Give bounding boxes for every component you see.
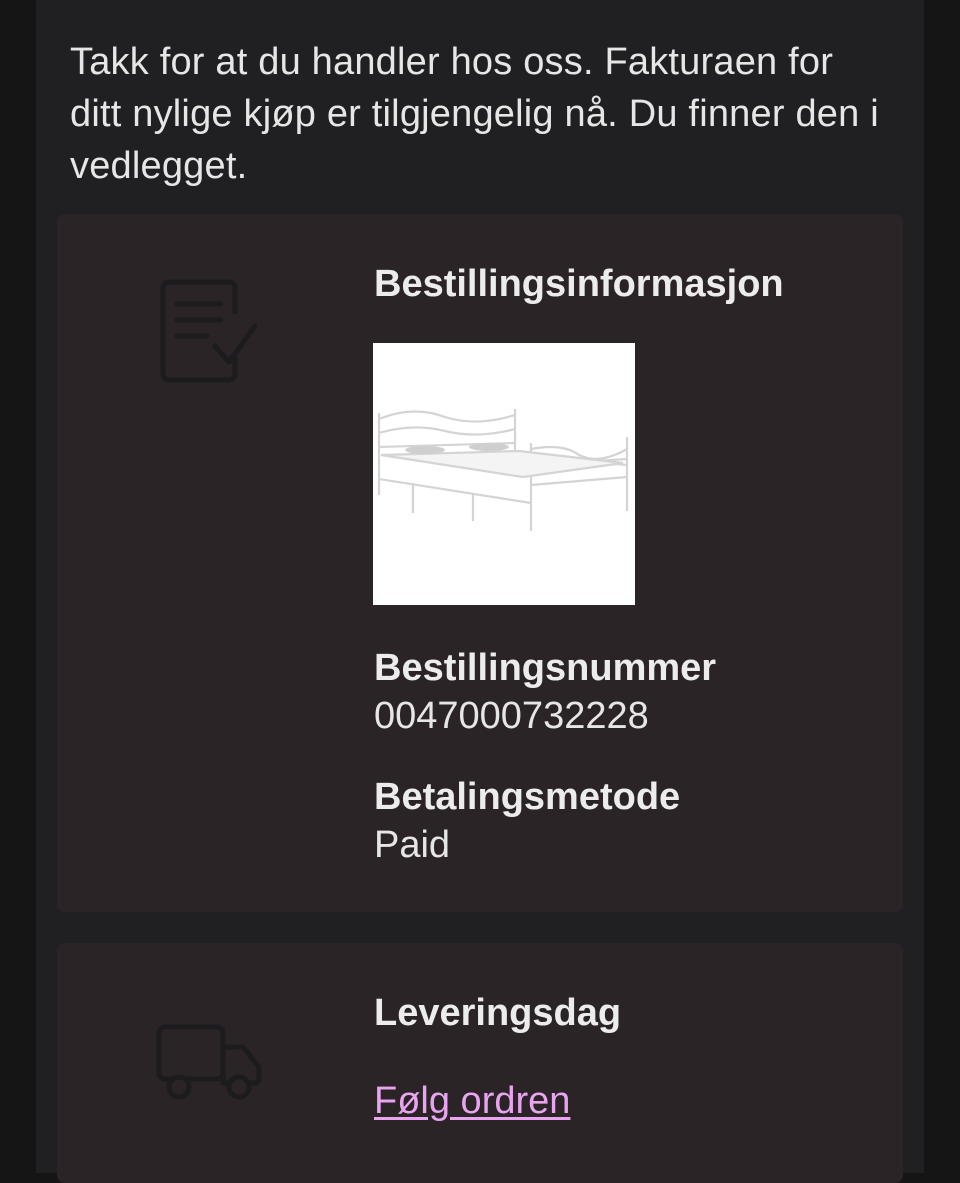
payment-method-label: Betalingsmetode	[374, 776, 681, 818]
bed-frame-image	[377, 409, 629, 531]
order-number-label: Bestillingsnummer	[374, 647, 717, 689]
order-info-heading: Bestillingsinformasjon	[374, 263, 784, 305]
track-order-link[interactable]: Følg ordren	[374, 1079, 570, 1123]
email-body: Takk for at du handler hos oss. Fakturae…	[36, 0, 924, 1183]
delivery-truck-icon	[156, 1024, 262, 1100]
delivery-day-heading: Leveringsdag	[374, 992, 622, 1034]
order-info-card: Bestillingsinformasjon Bestillingsnummer…	[57, 214, 903, 912]
order-number-value: 0047000732228	[374, 695, 649, 737]
delivery-card: Leveringsdag Følg ordren	[57, 943, 903, 1183]
invoice-check-icon	[160, 279, 258, 383]
payment-method-value: Paid	[374, 824, 451, 866]
product-image	[373, 343, 635, 605]
intro-text: Takk for at du handler hos oss. Fakturae…	[70, 41, 879, 187]
